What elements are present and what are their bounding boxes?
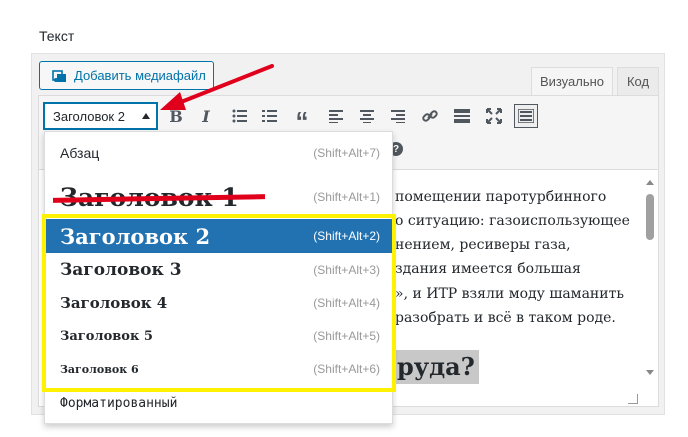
blockquote-button[interactable]: “ <box>290 104 314 136</box>
format-select[interactable]: Заголовок 2 <box>43 102 158 130</box>
content-line: », и ИТР взяли моду шаманить <box>395 286 624 302</box>
content-line: нением, ресиверы газа, <box>395 237 571 253</box>
red-arrow-annotation <box>160 64 274 110</box>
dropdown-item-paragraph[interactable]: Абзац (Shift+Alt+7) <box>44 139 393 167</box>
dropdown-item-shortcut: (Shift+Alt+6) <box>313 362 380 376</box>
content-heading: руда? <box>393 350 479 384</box>
content-line: помещении паротурбинного <box>395 189 607 205</box>
dropdown-item-heading-2[interactable]: Заголовок 2 (Shift+Alt+2) <box>44 219 393 253</box>
dropdown-item-label: Абзац <box>60 145 100 161</box>
dropdown-item-label: Форматированный <box>60 395 178 411</box>
dropdown-item-heading-3[interactable]: Заголовок 3 (Shift+Alt+3) <box>44 256 393 284</box>
dropdown-item-label: Заголовок 3 <box>60 260 182 280</box>
dropdown-item-heading-5[interactable]: Заголовок 5 (Shift+Alt+5) <box>44 322 393 350</box>
dropdown-item-shortcut: (Shift+Alt+3) <box>313 263 380 277</box>
dropdown-item-label: Заголовок 6 <box>60 362 139 376</box>
caret-up-icon <box>142 113 150 119</box>
dropdown-item-shortcut: (Shift+Alt+2) <box>313 229 380 243</box>
dropdown-item-label: Заголовок 2 <box>60 223 211 249</box>
content-line: здания имеется большая <box>395 261 581 277</box>
tab-code[interactable]: Код <box>617 67 659 95</box>
read-more-button[interactable] <box>450 104 474 128</box>
link-button[interactable] <box>418 104 442 128</box>
dropdown-item-label: Заголовок 4 <box>60 294 168 312</box>
dropdown-item-heading-4[interactable]: Заголовок 4 (Shift+Alt+4) <box>44 289 393 317</box>
fullscreen-button[interactable] <box>482 104 506 128</box>
align-right-button[interactable] <box>386 104 410 128</box>
field-label: Текст <box>39 28 75 44</box>
dropdown-item-shortcut: (Shift+Alt+7) <box>313 146 380 160</box>
scroll-up-icon[interactable] <box>646 180 654 185</box>
tab-visual[interactable]: Визуально <box>531 67 613 95</box>
align-left-icon <box>329 110 343 123</box>
toolbar-toggle-button[interactable] <box>514 104 538 128</box>
link-icon <box>422 110 438 122</box>
dropdown-item-label: Заголовок 5 <box>60 328 153 344</box>
dropdown-item-shortcut: (Shift+Alt+4) <box>313 296 380 310</box>
dropdown-item-shortcut: (Shift+Alt+5) <box>313 329 380 343</box>
dropdown-item-preformatted[interactable]: Форматированный <box>44 390 393 416</box>
keyboard-icon <box>518 109 534 123</box>
fullscreen-icon <box>486 108 502 124</box>
align-left-button[interactable] <box>324 104 348 128</box>
align-right-icon <box>391 110 405 123</box>
align-center-icon <box>360 110 374 123</box>
media-icon <box>52 69 66 82</box>
scroll-down-icon[interactable] <box>646 370 654 375</box>
scroll-thumb[interactable] <box>646 194 654 240</box>
resize-handle[interactable] <box>628 394 638 404</box>
dropdown-item-shortcut: (Shift+Alt+1) <box>313 190 380 204</box>
format-select-value: Заголовок 2 <box>53 108 125 124</box>
read-more-icon <box>454 109 470 123</box>
dropdown-item-heading-6[interactable]: Заголовок 6 (Shift+Alt+6) <box>44 355 393 383</box>
content-line: разобрать и всё в таком роде. <box>395 310 616 326</box>
align-center-button[interactable] <box>355 104 379 128</box>
content-line: о ситуацию: газоиспользующее <box>395 213 630 229</box>
